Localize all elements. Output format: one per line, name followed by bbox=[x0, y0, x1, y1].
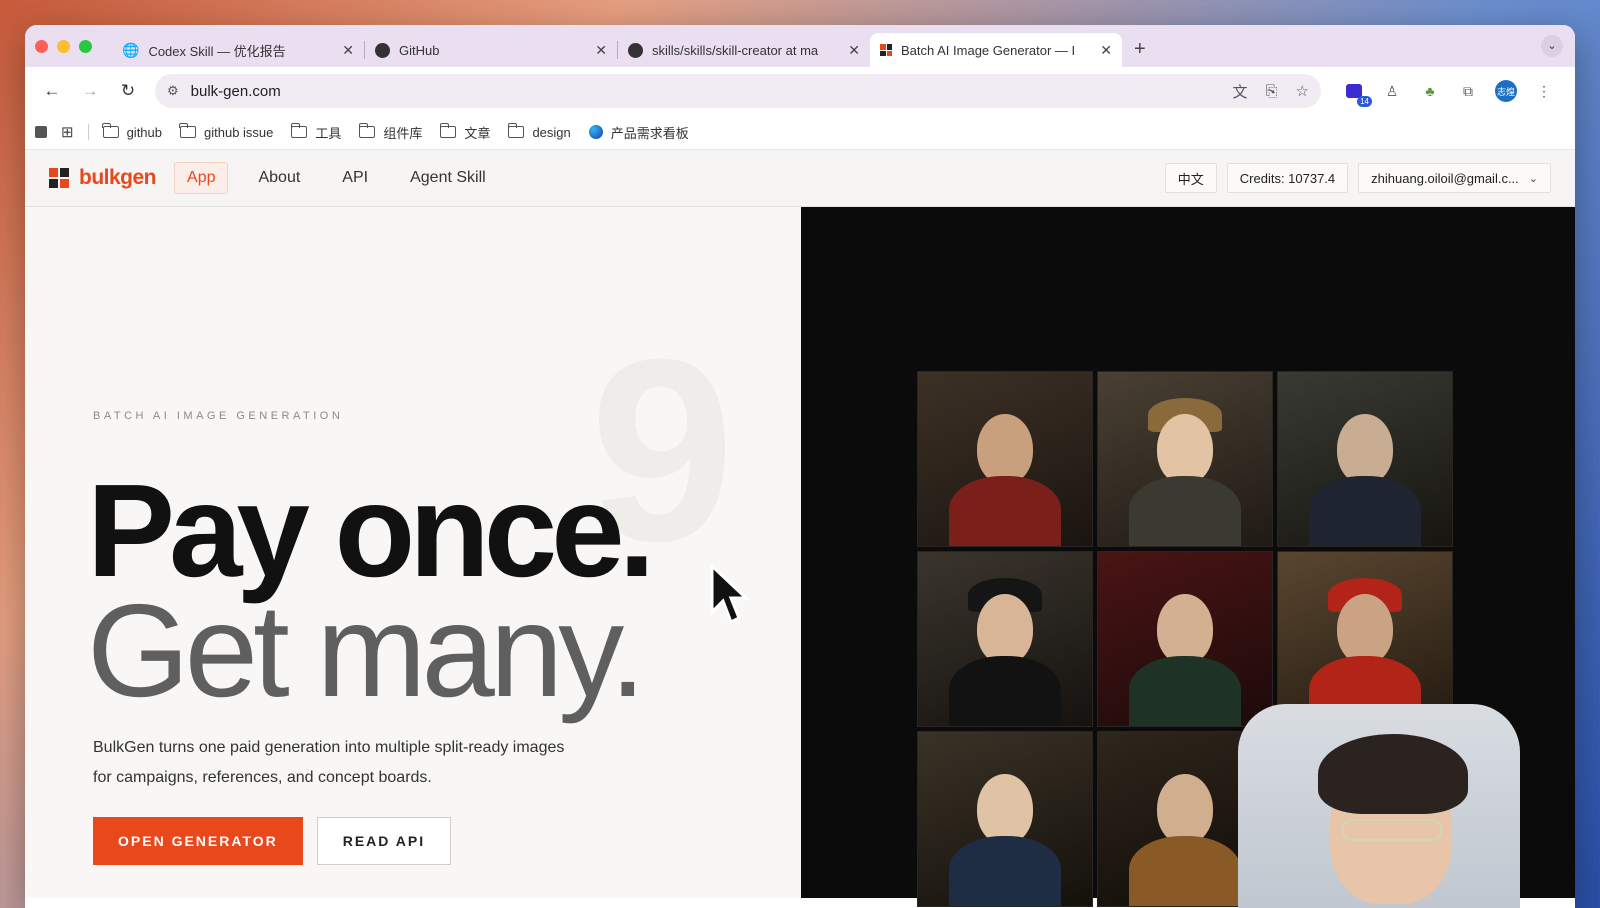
folder-icon bbox=[439, 123, 457, 138]
tab-close-icon[interactable]: ✕ bbox=[848, 42, 860, 59]
account-dropdown[interactable]: zhihuang.oiloil@gmail.c... ⌄ bbox=[1358, 163, 1551, 193]
hero-headline-2: Get many. bbox=[87, 577, 646, 724]
site-nav: App About API Agent Skill bbox=[174, 162, 516, 194]
window-controls bbox=[35, 39, 92, 53]
nav-api[interactable]: API bbox=[330, 163, 380, 193]
tab-close-icon[interactable]: ✕ bbox=[342, 42, 354, 59]
folder-icon bbox=[179, 123, 196, 138]
bookmark-star-icon[interactable]: ☆ bbox=[1296, 82, 1309, 100]
tab-title: Batch AI Image Generator — I bbox=[901, 42, 1076, 58]
language-button[interactable]: 中文 bbox=[1164, 163, 1217, 193]
nav-about[interactable]: About bbox=[246, 163, 312, 193]
folder-icon bbox=[101, 123, 119, 138]
globe-icon: 🌐 bbox=[122, 41, 140, 58]
reload-icon[interactable]: ↻ bbox=[113, 81, 143, 101]
portrait-scholar-reading[interactable] bbox=[1277, 371, 1453, 547]
install-app-icon[interactable]: ⎘ bbox=[1266, 83, 1278, 100]
bookmark-components[interactable]: 组件库 bbox=[358, 123, 422, 142]
site-header: bulkgen App About API Agent Skill 中文 Cre… bbox=[25, 150, 1575, 207]
extension-3-icon[interactable]: ♣ bbox=[1418, 79, 1442, 103]
tab-github[interactable]: GitHub ✕ bbox=[365, 33, 617, 67]
back-arrow-icon[interactable]: ← bbox=[37, 81, 67, 101]
tab-codex-skill[interactable]: 🌐 Codex Skill — 优化报告 ✕ bbox=[112, 33, 364, 67]
cta-row: OPEN GENERATOR READ API bbox=[93, 817, 452, 865]
presenter-hair bbox=[1318, 734, 1468, 814]
bookmark-design[interactable]: design bbox=[507, 123, 571, 140]
nav-app[interactable]: App bbox=[174, 162, 229, 194]
address-bar[interactable]: ⚙ bulk-gen.com 文 ⎘ ☆ bbox=[155, 74, 1321, 108]
portrait-woman-red-hair[interactable] bbox=[1097, 551, 1273, 727]
extension-icon[interactable]: 14 bbox=[1342, 79, 1372, 107]
maximize-window-button[interactable] bbox=[79, 39, 92, 53]
tab-search-chevron-icon[interactable]: ⌄ bbox=[1541, 35, 1563, 57]
mouse-cursor-icon bbox=[710, 564, 750, 625]
extension-2-icon[interactable]: ♙ bbox=[1380, 79, 1404, 103]
url-text: bulk-gen.com bbox=[190, 82, 281, 100]
portrait-woman-headdress[interactable] bbox=[1097, 371, 1273, 547]
bookmark-product-board[interactable]: 产品需求看板 bbox=[588, 123, 689, 142]
app-icon bbox=[588, 125, 603, 139]
forward-arrow-icon[interactable]: → bbox=[75, 81, 105, 101]
profile-avatar[interactable]: 志煌 bbox=[1494, 79, 1518, 103]
github-icon bbox=[628, 42, 643, 58]
portrait-bearded-man[interactable] bbox=[917, 371, 1093, 547]
site-settings-icon[interactable]: ⚙ bbox=[167, 83, 179, 99]
bookmark-github[interactable]: github bbox=[101, 123, 162, 140]
close-window-button[interactable] bbox=[35, 39, 48, 53]
logo-mark-icon bbox=[49, 168, 69, 188]
open-generator-button[interactable]: OPEN GENERATOR bbox=[93, 817, 303, 865]
hero-eyebrow: BATCH AI IMAGE GENERATION bbox=[93, 410, 344, 422]
translate-icon[interactable]: 文 bbox=[1233, 81, 1248, 102]
bookmark-github-issue[interactable]: github issue bbox=[179, 123, 273, 140]
presenter-glasses bbox=[1342, 819, 1442, 841]
read-api-button[interactable]: READ API bbox=[316, 817, 452, 865]
portrait-cardinal[interactable] bbox=[1277, 551, 1453, 727]
sidebar-icon[interactable] bbox=[35, 126, 47, 138]
hero-description: BulkGen turns one paid generation into m… bbox=[93, 733, 633, 793]
extension-badge: 14 bbox=[1357, 96, 1372, 107]
folder-icon bbox=[290, 123, 308, 138]
hero-section: 9 BATCH AI IMAGE GENERATION Pay once. Ge… bbox=[25, 207, 801, 898]
minimize-window-button[interactable] bbox=[57, 39, 70, 53]
folder-icon bbox=[358, 123, 376, 138]
more-menu-icon[interactable]: ⋮ bbox=[1532, 79, 1556, 103]
site-logo[interactable]: bulkgen bbox=[49, 166, 157, 190]
nav-agent-skill[interactable]: Agent Skill bbox=[398, 163, 498, 193]
portrait-woman-praying[interactable] bbox=[917, 731, 1093, 907]
hero-description-line-1: BulkGen turns one paid generation into m… bbox=[93, 739, 565, 756]
tab-bulkgen[interactable]: Batch AI Image Generator — I ✕ bbox=[870, 33, 1122, 67]
extensions-puzzle-icon[interactable]: ⧉ bbox=[1456, 79, 1480, 103]
bookmarks-bar: ⊞ github github issue 工具 组件库 文章 design 产… bbox=[25, 115, 1575, 150]
tab-close-icon[interactable]: ✕ bbox=[1100, 42, 1112, 59]
logo-text: bulkgen bbox=[79, 166, 157, 189]
tab-strip: 🌐 Codex Skill — 优化报告 ✕ GitHub ✕ skills/s… bbox=[25, 25, 1575, 67]
account-email: zhihuang.oiloil@gmail.c... bbox=[1371, 170, 1519, 186]
header-actions: 中文 Credits: 10737.4 zhihuang.oiloil@gmai… bbox=[1164, 163, 1551, 193]
browser-toolbar: ← → ↻ ⚙ bulk-gen.com 文 ⎘ ☆ 14 ♙ ♣ ⧉ 志煌 ⋮ bbox=[25, 67, 1575, 115]
bulkgen-icon bbox=[880, 44, 892, 56]
bookmark-tools[interactable]: 工具 bbox=[290, 123, 341, 142]
github-icon bbox=[375, 42, 390, 58]
credits-display[interactable]: Credits: 10737.4 bbox=[1226, 163, 1349, 193]
hero-description-line-2: for campaigns, references, and concept b… bbox=[93, 769, 432, 786]
tab-title: skills/skills/skill-creator at ma bbox=[652, 42, 819, 58]
apps-grid-icon[interactable]: ⊞ bbox=[61, 123, 74, 141]
bookmarks-divider bbox=[87, 124, 89, 140]
folder-icon bbox=[507, 123, 525, 138]
chevron-down-icon: ⌄ bbox=[1528, 172, 1538, 185]
bookmark-articles[interactable]: 文章 bbox=[439, 123, 490, 142]
tab-skill-creator[interactable]: skills/skills/skill-creator at ma ✕ bbox=[618, 33, 870, 67]
webcam-overlay bbox=[1238, 704, 1520, 908]
tab-close-icon[interactable]: ✕ bbox=[595, 42, 607, 59]
portrait-young-man-cap[interactable] bbox=[917, 551, 1093, 727]
new-tab-button[interactable]: + bbox=[1134, 38, 1146, 61]
tab-title: GitHub bbox=[399, 42, 440, 58]
tab-title: Codex Skill — 优化报告 bbox=[148, 43, 286, 59]
